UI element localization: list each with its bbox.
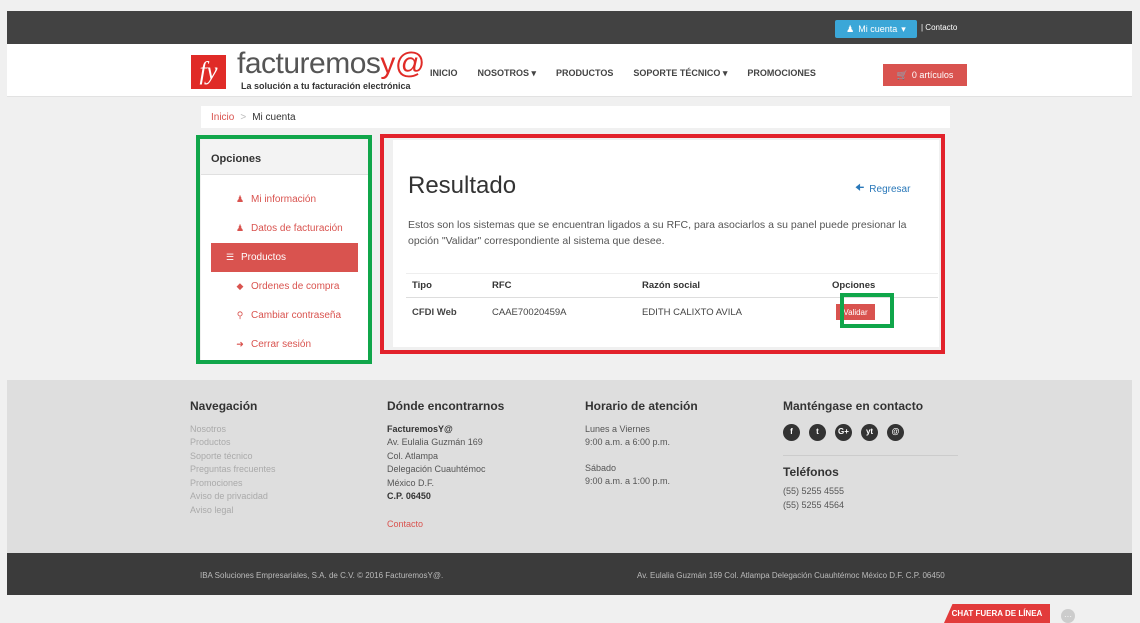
top-bar: ♟ Mi cuenta ▾ | Contacto [7, 11, 1132, 44]
nav-promociones[interactable]: PROMOCIONES [747, 68, 816, 79]
social-icons: f t G+ yt @ [783, 423, 958, 441]
address-text: Av. Eulalia Guzmán 169 Col. Atlampa Dele… [637, 571, 945, 580]
footer-contact-link[interactable]: Contacto [387, 518, 504, 532]
site-footer: Navegación Nosotros Productos Soporte té… [7, 380, 1132, 553]
footer-hours-column: Horario de atención Lunes a Viernes 9:00… [585, 399, 698, 489]
footer-phones-title: Teléfonos [783, 464, 839, 479]
footer-phone: (55) 5255 4555 [783, 486, 845, 496]
breadcrumb-home[interactable]: Inicio [211, 112, 234, 123]
cart-label: 0 artículos [911, 70, 954, 80]
footer-phone: (55) 5255 4564 [783, 499, 845, 510]
logo-tagline: La solución a tu facturación electrónica [241, 81, 411, 91]
footer-contact-title: Manténgase en contacto [783, 399, 924, 413]
footer-link-legal[interactable]: Aviso legal [190, 504, 276, 518]
cart-icon: 🛒 [896, 69, 908, 80]
footer-hours-line: 9:00 a.m. a 6:00 p.m. [585, 437, 671, 447]
footer-address-line: Delegación Cuauhtémoc [387, 464, 486, 474]
footer-contact-column: Manténgase en contacto f t G+ yt @ Teléf… [783, 399, 958, 512]
footer-link-productos[interactable]: Productos [190, 436, 276, 450]
breadcrumb-separator: > [240, 111, 247, 123]
footer-hours-title: Horario de atención [585, 399, 698, 413]
user-icon: ♟ [846, 23, 855, 34]
sidebar-highlight-box [196, 135, 372, 364]
validar-highlight-box [840, 293, 894, 328]
footer-hours-line: 9:00 a.m. a 1:00 p.m. [585, 476, 671, 486]
footer-link-privacidad[interactable]: Aviso de privacidad [190, 490, 276, 504]
footer-hours-line: Sábado [585, 462, 617, 473]
footer-nav-title: Navegación [190, 399, 258, 413]
logo-text-a: facturemos [237, 47, 381, 80]
footer-link-nosotros[interactable]: Nosotros [190, 423, 276, 437]
chat-offline-button[interactable]: CHAT FUERA DE LÍNEA [944, 604, 1050, 623]
youtube-icon[interactable]: yt [861, 423, 878, 441]
nav-soporte[interactable]: SOPORTE TÉCNICO ▾ [633, 68, 727, 79]
footer-link-promociones[interactable]: Promociones [190, 477, 276, 491]
twitter-icon[interactable]: t [809, 423, 826, 441]
footer-postal-code: C.P. 06450 [387, 491, 431, 501]
footer-where-title: Dónde encontrarnos [387, 399, 505, 413]
footer-nav-column: Navegación Nosotros Productos Soporte té… [190, 399, 276, 518]
copyright-text: IBA Soluciones Empresariales, S.A. de C.… [200, 571, 444, 580]
footer-address-line: México D.F. [387, 477, 435, 488]
main-nav: INICIO NOSOTROS ▾ PRODUCTOS SOPORTE TÉCN… [430, 68, 816, 79]
footer-company-name: FacturemosY@ [387, 423, 453, 434]
my-account-label: Mi cuenta [858, 24, 898, 34]
nav-productos[interactable]: PRODUCTOS [556, 68, 613, 79]
google-plus-icon[interactable]: G+ [835, 423, 852, 441]
chat-more-icon[interactable]: ··· [1061, 609, 1075, 623]
contact-link[interactable]: | Contacto [921, 23, 957, 32]
footer-hours-line: Lunes a Viernes [585, 423, 650, 434]
chevron-down-icon: ▾ [901, 23, 906, 34]
footer-where-column: Dónde encontrarnos FacturemosY@ Av. Eula… [387, 399, 505, 532]
logo-text[interactable]: facturemosy@ [237, 49, 425, 79]
email-icon[interactable]: @ [887, 423, 904, 441]
footer-link-faq[interactable]: Preguntas frecuentes [190, 463, 276, 477]
footer-divider [783, 454, 958, 456]
nav-nosotros[interactable]: NOSOTROS ▾ [478, 68, 537, 79]
breadcrumb-current: Mi cuenta [252, 111, 296, 123]
facebook-icon[interactable]: f [783, 423, 800, 441]
logo-mark[interactable]: fy [191, 55, 226, 89]
footer-link-soporte[interactable]: Soporte técnico [190, 450, 276, 464]
site-header: fy facturemosy@ La solución a tu factura… [7, 44, 1132, 97]
cart-button[interactable]: 🛒 0 artículos [883, 64, 967, 86]
footer-address-line: Av. Eulalia Guzmán 169 [387, 437, 483, 447]
my-account-button[interactable]: ♟ Mi cuenta ▾ [835, 20, 917, 38]
copyright-bar: IBA Soluciones Empresariales, S.A. de C.… [7, 553, 1132, 595]
logo-text-b: y@ [380, 47, 425, 80]
footer-address-line: Col. Atlampa [387, 450, 439, 461]
breadcrumb: Inicio > Mi cuenta [201, 106, 950, 128]
nav-inicio[interactable]: INICIO [430, 68, 458, 79]
